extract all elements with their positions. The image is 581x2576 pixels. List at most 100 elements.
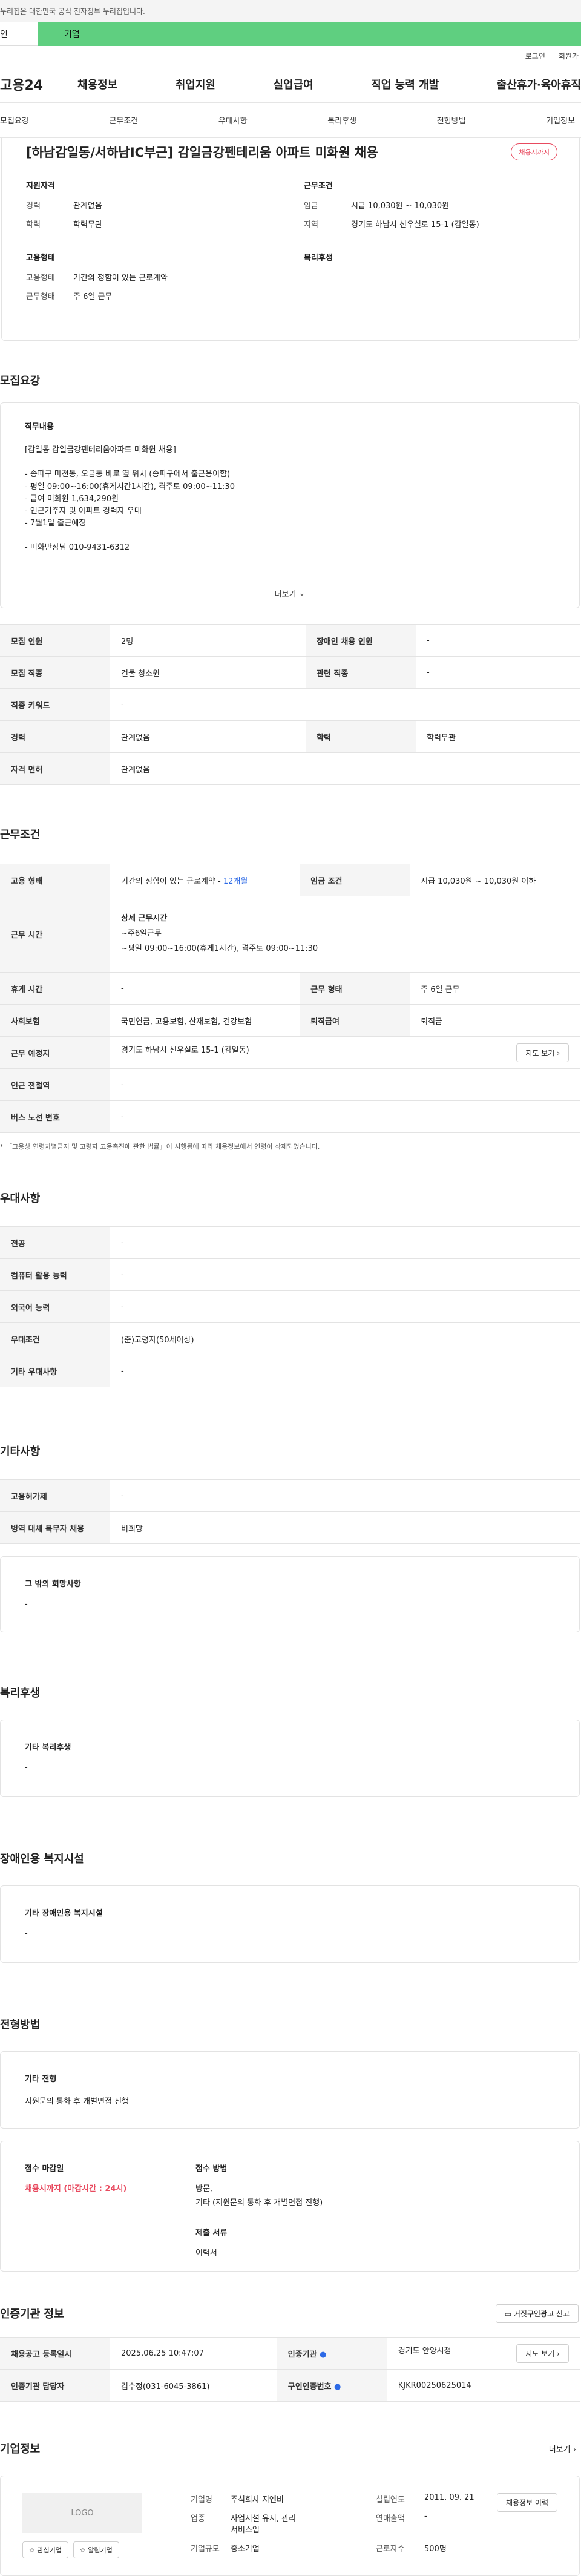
table-cell: - [110, 1226, 580, 1259]
site-logo[interactable]: 고용24 [0, 74, 77, 94]
section-selection: 전형방법 기타 전형 지원문의 통화 후 개별면접 진행 접수 마감일 채용시까… [0, 1963, 581, 2272]
summary-heading: 근무조건 [304, 182, 333, 191]
table-row: 근무 예정지 경기도 하남시 신우실로 15-1 (감일동) 지도 보기 › [0, 1036, 580, 1069]
kv-key: 설립연도 [376, 2496, 405, 2505]
table-cell: - [110, 1355, 580, 1387]
signup-link[interactable]: 회원가 [559, 51, 579, 61]
document-icon: ▭ [504, 2309, 512, 2318]
chevron-right-icon: › [573, 2445, 576, 2454]
more-label: 더보기 [274, 590, 297, 599]
info-icon[interactable]: ● [334, 2382, 341, 2391]
card-value: - [25, 1763, 28, 1772]
application-card: 접수 마감일 채용시까지 (마감시간 : 24시) 접수 방법 방문, 기타 (… [0, 2141, 580, 2272]
gov-notice-bar: 누리집은 대한민국 공식 전자정부 누리집입니다. [0, 0, 581, 22]
deadline-heading: 접수 마감일 [25, 2164, 64, 2174]
kv-key: 업종 [191, 2514, 205, 2523]
table-cell: 건물 청소원 [110, 656, 306, 689]
table-cell: - [110, 1479, 580, 1512]
kv-value: 관계없음 [73, 202, 102, 211]
table-cell: (준)고령자(50세이상) [110, 1322, 580, 1355]
gnb-item-employment-support[interactable]: 취업지원 [176, 76, 215, 92]
more-button[interactable]: 더보기 ⌄ [1, 579, 579, 608]
anchor-welfare[interactable]: 복리후생 [327, 114, 356, 126]
global-nav: 고용24 채용정보 취업지원 실업급여 직업 능력 개발 출산휴가·육아휴직 [0, 65, 581, 103]
section-disabled-facilities: 장애인용 복지시설 기타 장애인용 복지시설 - [0, 1797, 581, 1963]
favorite-company-button[interactable]: ☆ 관심기업 [22, 2542, 68, 2558]
anchor-recruit[interactable]: 모집요강 [0, 114, 29, 126]
table-header-cell: 직종 키워드 [0, 688, 110, 721]
work-time-heading: 상세 근무시간 [121, 914, 168, 924]
section-title: 장애인용 복지시설 [0, 1853, 84, 1865]
chip-label: 알림기업 [88, 2546, 113, 2554]
table-row: 모집 직종 건물 청소원 관련 직종 - [0, 656, 580, 689]
kv-value: 사업시설 유지, 관리 서비스업 [231, 2514, 297, 2535]
table-cell: - [416, 656, 580, 689]
gnb-item-parental-leave[interactable]: 출산휴가·육아휴직 [497, 76, 581, 92]
gnb-item-vocational-training[interactable]: 직업 능력 개발 [371, 76, 439, 92]
info-icon[interactable]: ● [320, 2350, 326, 2359]
table-header-cell: 근무 형태 [300, 972, 410, 1005]
table-cell: 2025.06.25 10:47:07 [110, 2337, 277, 2370]
anchor-selection[interactable]: 전형방법 [437, 114, 466, 126]
gnb-item-unemployment-benefit[interactable]: 실업급여 [274, 76, 313, 92]
work-time-line: ~주6일근무 [121, 929, 162, 939]
section-title: 기업정보 [0, 2443, 41, 2456]
kv-value: 2011. 09. 21 [424, 2493, 474, 2502]
section-title: 근무조건 [0, 829, 41, 841]
kv-key: 기업규모 [191, 2545, 220, 2554]
table-row: 외국어 능력 - [0, 1290, 580, 1323]
table-header-cell: 고용 형태 [0, 864, 110, 896]
kv-key: 근무형태 [26, 292, 55, 301]
table-cell: 2명 [110, 624, 306, 657]
notify-company-button[interactable]: ☆ 알림기업 [73, 2542, 119, 2558]
other-wishes-card: 그 밖의 희망사항 - [0, 1556, 580, 1632]
summary-heading: 복리후생 [304, 254, 333, 263]
anchor-company[interactable]: 기업정보 [546, 114, 575, 126]
map-view-button[interactable]: 지도 보기 › [516, 1043, 569, 1062]
section-welfare: 복리후생 기타 복리후생 - [0, 1632, 581, 1797]
anchor-work[interactable]: 근무조건 [109, 114, 138, 126]
deadline-badge: 채용시까지 [511, 143, 557, 160]
work-time-line: ~평일 09:00~16:00(휴게1시간), 격주토 09:00~11:30 [121, 944, 318, 953]
card-heading: 그 밖의 희망사항 [25, 1580, 81, 1589]
kv-key: 학력 [26, 220, 41, 229]
star-icon: ☆ [79, 2546, 86, 2554]
welfare-card: 기타 복리후생 - [0, 1720, 580, 1797]
summary-employment: 고용형태 고용형태 기간의 정함이 있는 근로계약 근무형태 주 6일 근무 [26, 251, 280, 309]
more-label: 더보기 [548, 2445, 571, 2454]
table-cell: 국민연금, 고용보험, 산재보험, 건강보험 [110, 1004, 300, 1037]
section-company: 기업정보 더보기 › LOGO ☆ 관심기업 ☆ 알림기업 기업명 주식회사 지… [0, 2402, 581, 2576]
cert-table: 채용공고 등록일시 2025.06.25 10:47:07 인증기관 ● 경기도… [0, 2337, 580, 2402]
section-etc: 기타사항 고용허가제 - 병역 대체 복무자 채용 비희망 그 밖의 희망사항 - [0, 1387, 581, 1632]
gnb-menu: 채용정보 취업지원 실업급여 직업 능력 개발 출산휴가·육아휴직 [77, 76, 581, 92]
cert-map-button[interactable]: 지도 보기 › [516, 2344, 569, 2363]
table-row: 채용공고 등록일시 2025.06.25 10:47:07 인증기관 ● 경기도… [0, 2337, 580, 2370]
table-row: 버스 노선 번호 - [0, 1100, 580, 1133]
company-more-link[interactable]: 더보기 › [549, 2443, 576, 2454]
chevron-right-icon: › [557, 1048, 560, 1057]
login-link[interactable]: 로그인 [525, 51, 545, 61]
tab-company[interactable]: 기업 [38, 22, 581, 46]
card-heading: 기타 장애인용 복지시설 [25, 1909, 103, 1918]
cert-org-key: 인증기관 [287, 2350, 317, 2359]
duty-heading: 직무내용 [25, 422, 54, 432]
anchor-prefer[interactable]: 우대사항 [218, 114, 248, 126]
kv-key: 근로자수 [376, 2545, 405, 2554]
table-cell: 관계없음 [110, 752, 580, 785]
kv-key: 임금 [304, 202, 318, 211]
tab-personal[interactable]: 인 [0, 22, 38, 46]
summary-conditions: 근무조건 임금 시급 10,030원 ~ 10,030원 지역 경기도 하남시 신우… [304, 179, 557, 237]
disabled-facilities-card: 기타 장애인용 복지시설 - [0, 1885, 580, 1963]
hiring-history-button[interactable]: 채용정보 이력 [496, 2493, 557, 2512]
table-row: 모집 인원 2명 장애인 채용 인원 - [0, 624, 580, 657]
table-header-cell: 퇴직급여 [300, 1004, 410, 1037]
report-fake-ad-button[interactable]: ▭ 거짓구인광고 신고 [495, 2304, 579, 2323]
gnb-item-jobs[interactable]: 채용정보 [77, 76, 117, 92]
table-row: 기타 우대사항 - [0, 1355, 580, 1387]
work-table: 고용 형태 기간의 정함이 있는 근로계약 - 12개월 임금 조건 시급 10… [0, 864, 580, 1133]
chip-label: 관심기업 [37, 2546, 62, 2554]
kv-value: 학력무관 [73, 220, 102, 229]
table-row: 병역 대체 복무자 채용 비희망 [0, 1511, 580, 1544]
method-heading: 접수 방법 [195, 2164, 228, 2174]
table-header-cell: 채용공고 등록일시 [0, 2337, 110, 2370]
